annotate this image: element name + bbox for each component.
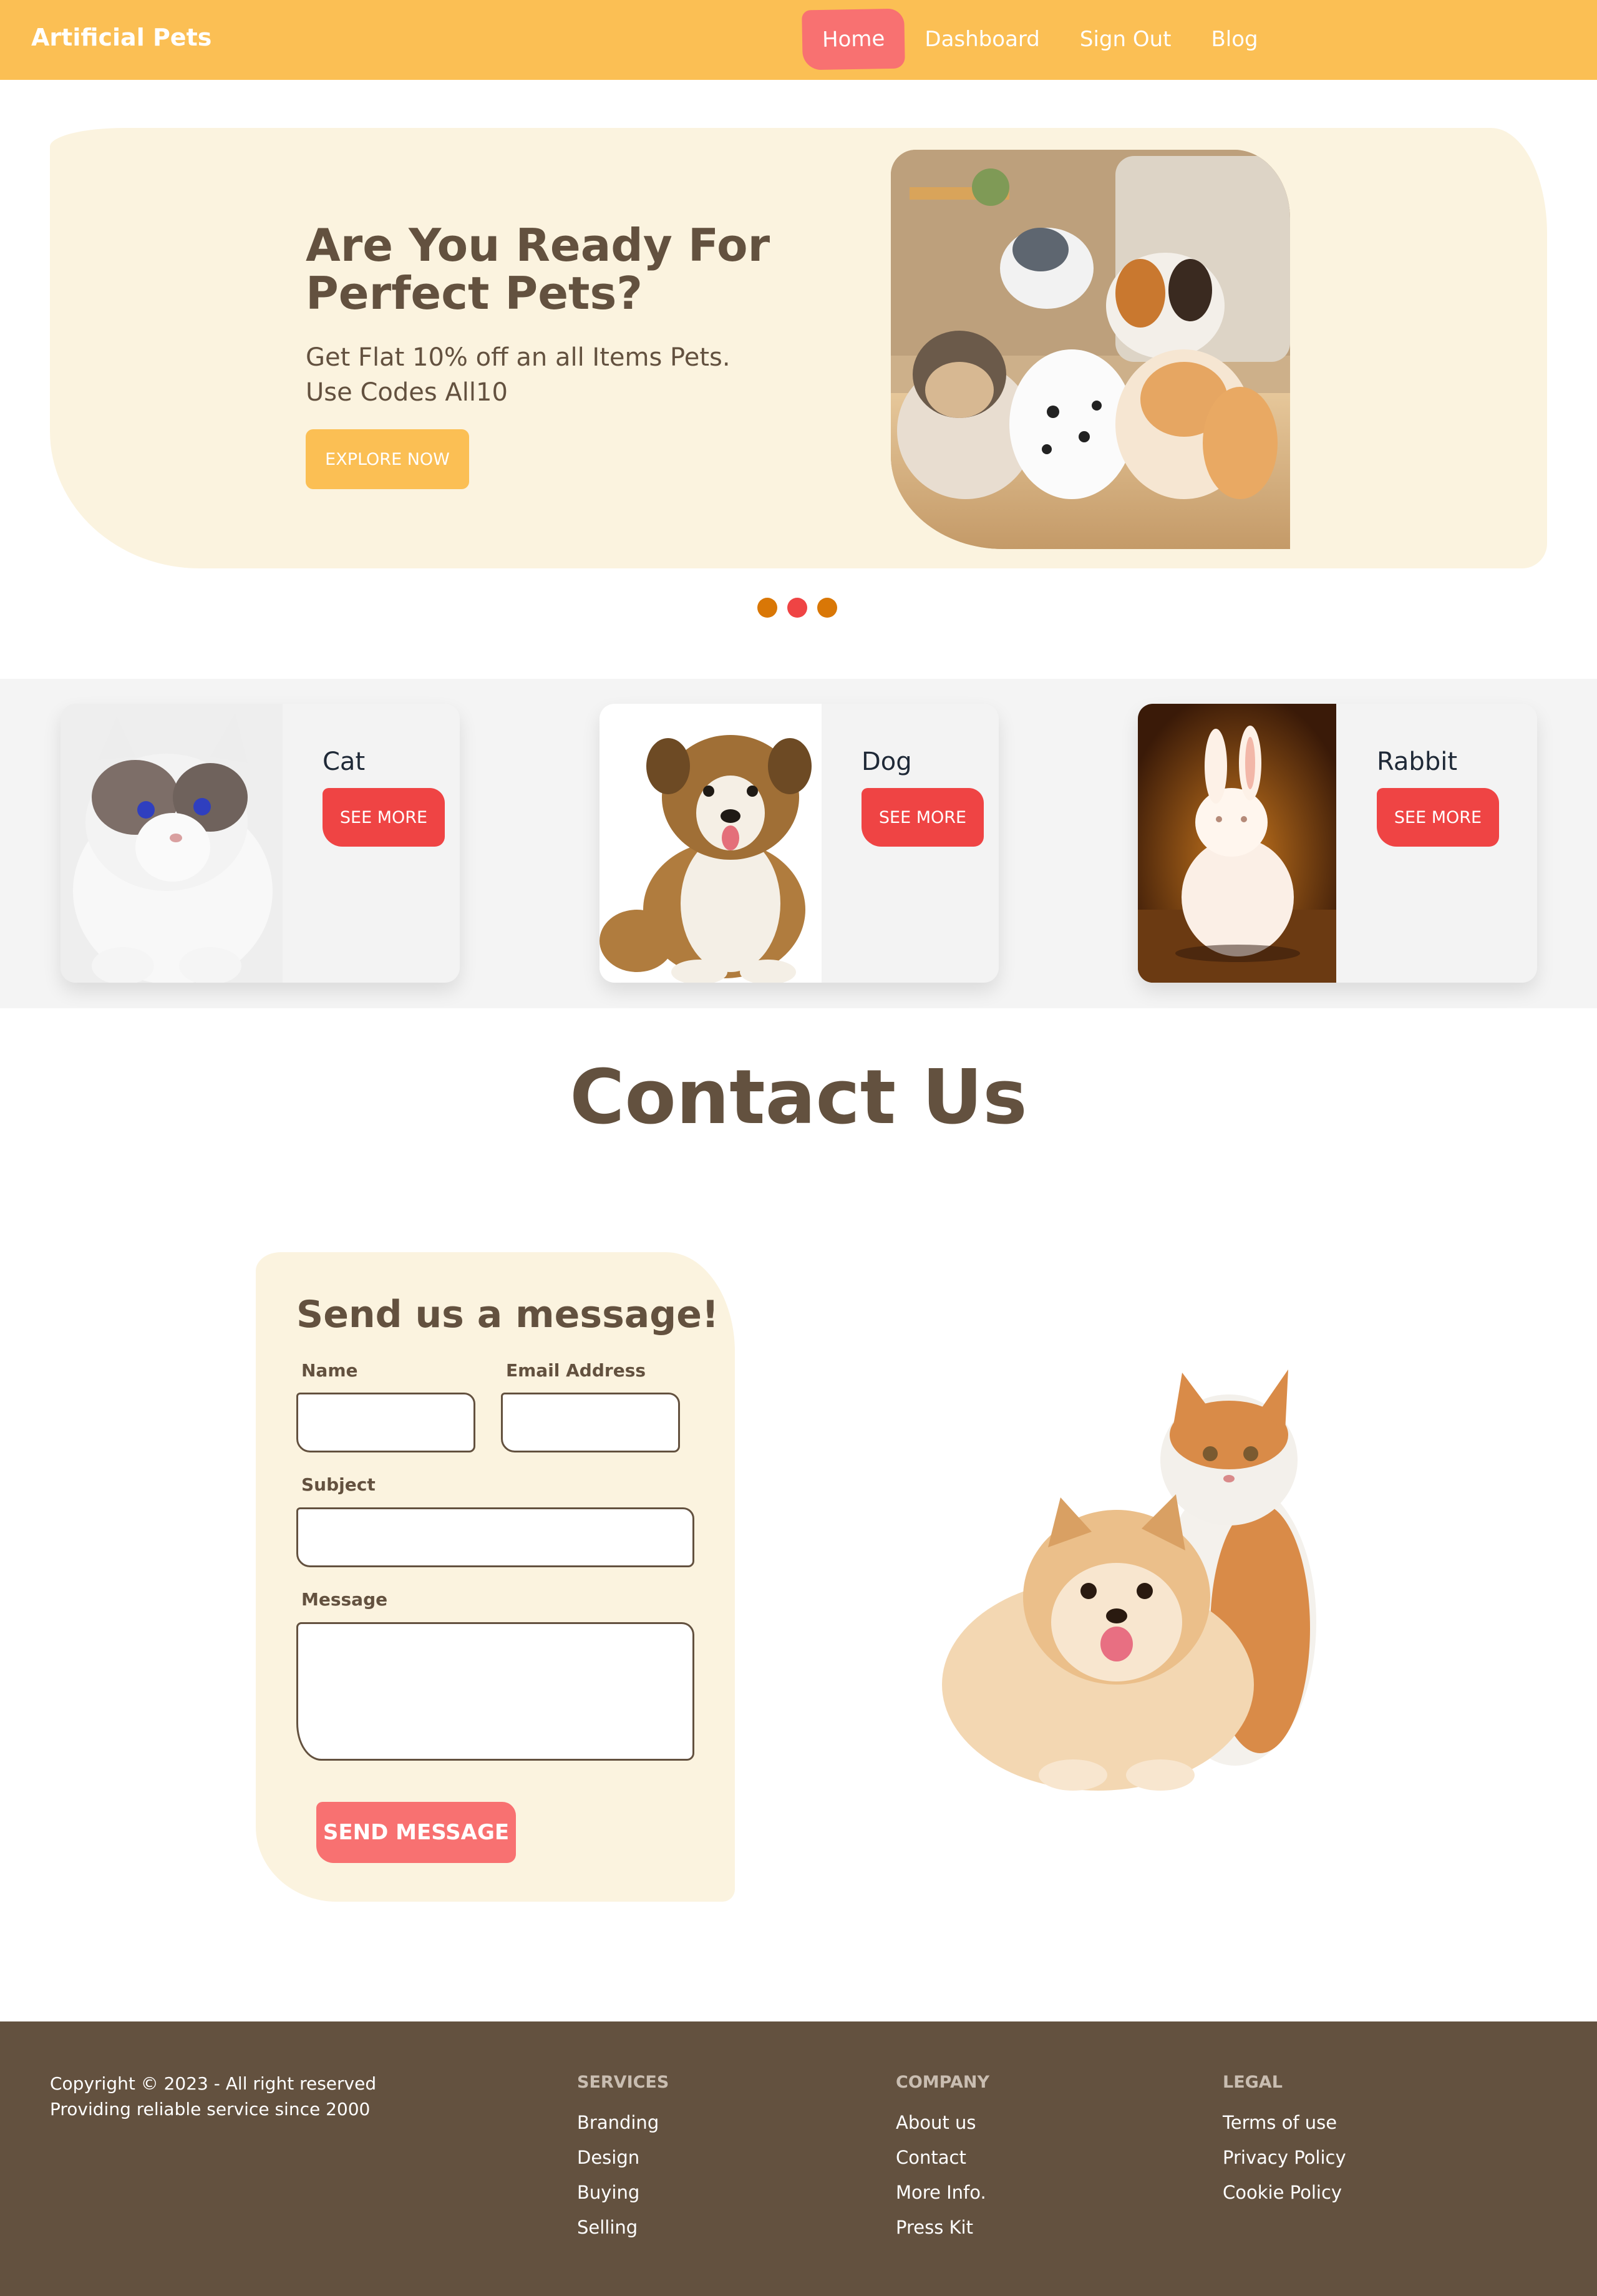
footer-link-design[interactable]: Design (577, 2147, 669, 2182)
category-title: Rabbit (1377, 747, 1458, 776)
footer-link-privacy[interactable]: Privacy Policy (1223, 2147, 1346, 2182)
send-message-button[interactable]: SEND MESSAGE (316, 1802, 516, 1863)
carousel-dots (757, 598, 837, 618)
footer-col-legal: LEGAL Terms of use Privacy Policy Cookie… (1223, 2073, 1346, 2217)
explore-now-button[interactable]: EXPLORE NOW (306, 429, 469, 489)
footer-link-cookie[interactable]: Cookie Policy (1223, 2182, 1346, 2217)
nav-home[interactable]: Home (802, 8, 906, 71)
footer-heading: COMPANY (896, 2073, 989, 2092)
name-input[interactable] (296, 1393, 475, 1452)
footer-link-selling[interactable]: Selling (577, 2217, 669, 2252)
nav-dashboard[interactable]: Dashboard (905, 9, 1059, 69)
email-input[interactable] (501, 1393, 680, 1452)
contact-title: Contact Us (570, 1054, 1027, 1141)
copyright-text: Copyright © 2023 - All right reserved (50, 2073, 377, 2094)
navbar: Artificial Pets Home Dashboard Sign Out … (0, 0, 1597, 80)
hero-title: Are You Ready For Perfect Pets? (306, 219, 770, 320)
hero-subtitle-line: Get Flat 10% off an all Items Pets. (306, 343, 731, 372)
nav-sign-out[interactable]: Sign Out (1060, 9, 1192, 69)
see-more-button[interactable]: SEE MORE (1377, 788, 1499, 847)
message-label: Message (301, 1589, 388, 1610)
footer-link-more-info[interactable]: More Info. (896, 2182, 989, 2217)
hero-puppies-image (891, 150, 1290, 549)
hero-subtitle-line: Use Codes All10 (306, 378, 508, 407)
see-more-button[interactable]: SEE MORE (862, 788, 984, 847)
footer-link-terms[interactable]: Terms of use (1223, 2112, 1346, 2147)
brand-logo[interactable]: Artificial Pets (31, 24, 211, 51)
tagline-text: Providing reliable service since 2000 (50, 2098, 371, 2119)
category-card-rabbit[interactable]: Rabbit SEE MORE (1138, 704, 1537, 983)
footer-link-press-kit[interactable]: Press Kit (896, 2217, 989, 2252)
hero-banner (50, 128, 1547, 568)
footer-heading: SERVICES (577, 2073, 669, 2092)
footer-col-services: SERVICES Branding Design Buying Selling (577, 2073, 669, 2252)
footer-link-buying[interactable]: Buying (577, 2182, 669, 2217)
footer-link-contact[interactable]: Contact (896, 2147, 989, 2182)
dog-image (599, 704, 822, 983)
carousel-dot-active[interactable] (787, 598, 807, 618)
name-label: Name (301, 1360, 358, 1381)
carousel-dot[interactable] (757, 598, 777, 618)
hero-subtitle: Get Flat 10% off an all Items Pets. Use … (306, 340, 780, 410)
subject-input[interactable] (296, 1507, 694, 1567)
category-title: Dog (862, 747, 912, 776)
see-more-button[interactable]: SEE MORE (323, 788, 445, 847)
nav-links: Home Dashboard Sign Out Blog (802, 8, 1278, 71)
subject-label: Subject (301, 1474, 376, 1495)
form-heading: Send us a message! (296, 1293, 719, 1336)
message-textarea[interactable] (296, 1622, 694, 1761)
category-card-cat[interactable]: Cat SEE MORE (61, 704, 460, 983)
cat-image (61, 704, 283, 983)
footer-heading: LEGAL (1223, 2073, 1283, 2092)
footer-link-branding[interactable]: Branding (577, 2112, 669, 2147)
category-title: Cat (323, 747, 366, 776)
carousel-dot[interactable] (817, 598, 837, 618)
footer-copyright: Copyright © 2023 - All right reserved Pr… (50, 2071, 376, 2122)
category-card-dog[interactable]: Dog SEE MORE (599, 704, 999, 983)
footer (0, 2021, 1597, 2296)
nav-blog[interactable]: Blog (1191, 9, 1278, 69)
email-label: Email Address (506, 1360, 646, 1381)
cat-and-dog-image (936, 1360, 1347, 1809)
footer-link-about[interactable]: About us (896, 2112, 989, 2147)
rabbit-image (1138, 704, 1336, 983)
footer-col-company: COMPANY About us Contact More Info. Pres… (896, 2073, 989, 2252)
